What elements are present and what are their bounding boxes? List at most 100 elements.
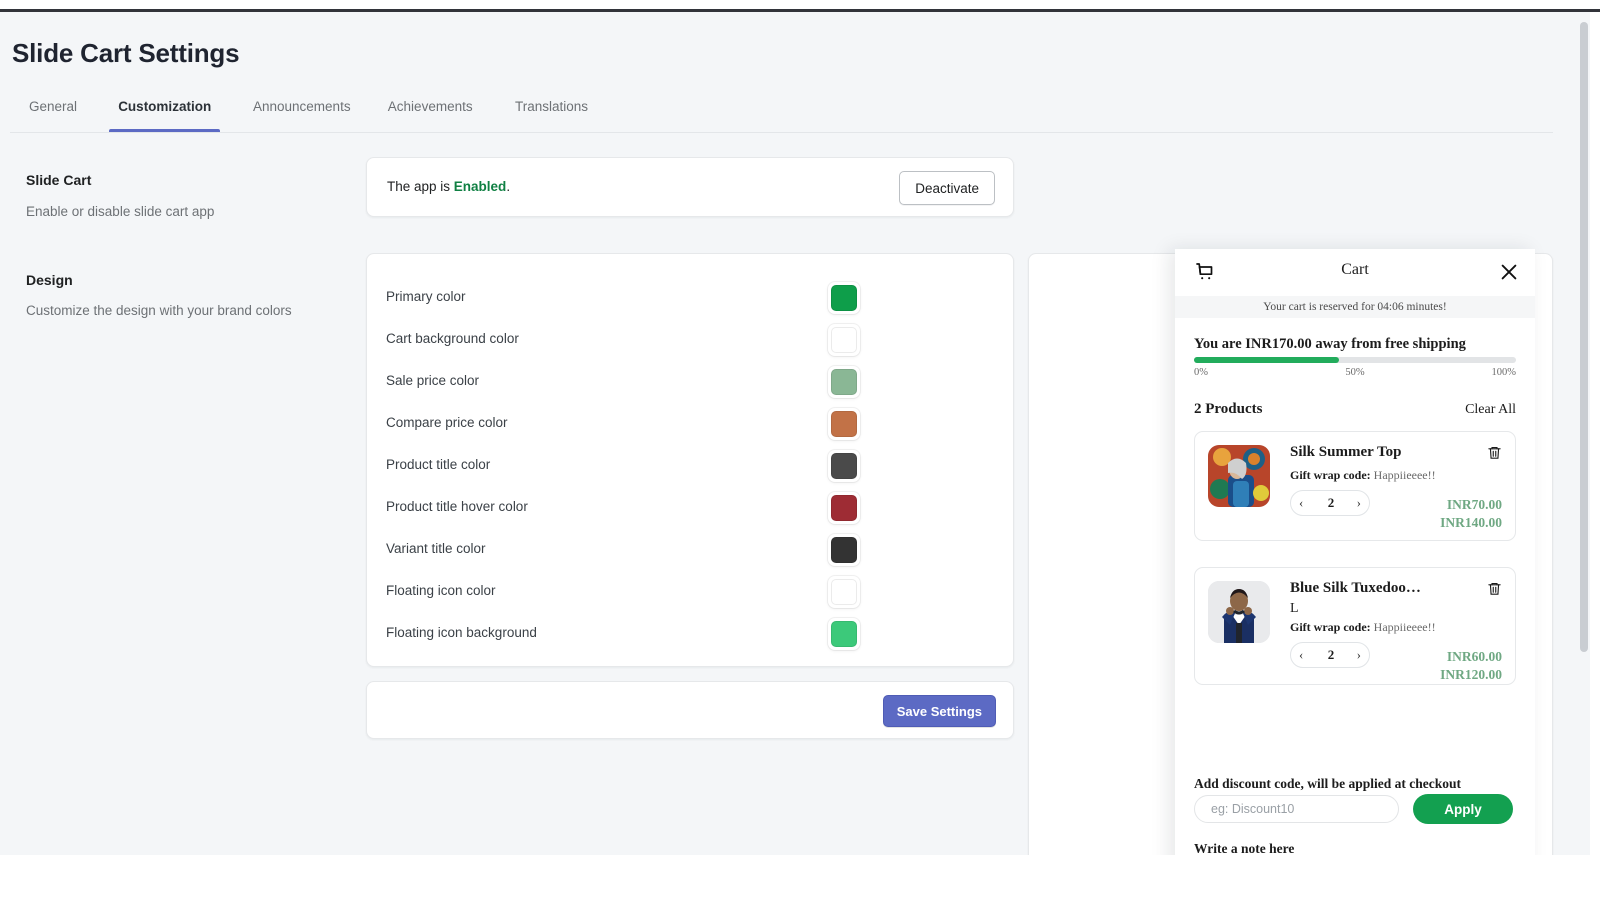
cart-title: Cart bbox=[1175, 261, 1535, 279]
page-title: Slide Cart Settings bbox=[12, 38, 239, 69]
color-swatch bbox=[831, 327, 857, 353]
close-icon[interactable] bbox=[1498, 261, 1520, 283]
cart-line-item: Silk Summer Top Gift wrap code: Happiiee… bbox=[1194, 431, 1516, 541]
discount-code-input[interactable] bbox=[1194, 795, 1399, 823]
app-status-text: The app is Enabled. bbox=[387, 179, 510, 194]
color-swatch bbox=[831, 537, 857, 563]
tick-start: 0% bbox=[1194, 367, 1208, 378]
screen: Slide Cart Settings General Customization… bbox=[0, 0, 1600, 900]
color-setting-row: Product title color bbox=[367, 445, 1015, 487]
color-setting-label: Product title color bbox=[386, 457, 490, 472]
color-swatch-button[interactable] bbox=[828, 282, 860, 314]
color-setting-row: Sale price color bbox=[367, 361, 1015, 403]
page-scrollbar-thumb[interactable] bbox=[1580, 22, 1588, 652]
section-title-design: Design bbox=[26, 272, 73, 288]
trash-icon[interactable] bbox=[1487, 444, 1502, 461]
color-swatch-button[interactable] bbox=[828, 576, 860, 608]
product-gift-wrap: Gift wrap code: Happiieeee!! bbox=[1290, 620, 1436, 635]
color-setting-label: Primary color bbox=[386, 289, 466, 304]
free-shipping-ticks: 0% 50% 100% bbox=[1194, 367, 1516, 381]
tab-bar: General Customization Announcements Achieve… bbox=[10, 91, 1555, 132]
color-swatch-button[interactable] bbox=[828, 618, 860, 650]
color-swatch-button[interactable] bbox=[828, 534, 860, 566]
gift-wrap-label: Gift wrap code: bbox=[1290, 468, 1371, 482]
tab-bar-divider bbox=[10, 132, 1553, 133]
color-swatch bbox=[831, 285, 857, 311]
app-status-card: The app is Enabled. Deactivate bbox=[366, 157, 1014, 217]
gift-wrap-label: Gift wrap code: bbox=[1290, 620, 1371, 634]
product-price-compare: INR140.00 bbox=[1440, 515, 1502, 531]
cart-line-item: Blue Silk Tuxedoo… L Gift wrap code: Hap… bbox=[1194, 567, 1516, 685]
free-shipping-progress-track bbox=[1194, 357, 1516, 363]
color-swatch-button[interactable] bbox=[828, 324, 860, 356]
cart-reservation-timer: Your cart is reserved for 04:06 minutes! bbox=[1175, 296, 1535, 318]
design-colors-card: Primary color Cart background color Sale p… bbox=[366, 253, 1014, 667]
color-swatch-button[interactable] bbox=[828, 450, 860, 482]
cart-header: Cart bbox=[1175, 249, 1535, 296]
apply-discount-button[interactable]: Apply bbox=[1413, 794, 1513, 824]
product-price-compare: INR120.00 bbox=[1440, 667, 1502, 683]
color-swatch bbox=[831, 579, 857, 605]
color-setting-label: Compare price color bbox=[386, 415, 508, 430]
color-swatch-button[interactable] bbox=[828, 492, 860, 524]
product-title[interactable]: Blue Silk Tuxedoo… bbox=[1290, 580, 1421, 597]
product-thumbnail bbox=[1208, 445, 1270, 507]
app-status-prefix: The app is bbox=[387, 179, 454, 194]
trash-icon[interactable] bbox=[1487, 580, 1502, 597]
tab-general[interactable]: General bbox=[20, 91, 86, 132]
color-setting-label: Product title hover color bbox=[386, 499, 528, 514]
note-label: Write a note here bbox=[1194, 841, 1294, 855]
chevron-right-icon[interactable]: › bbox=[1357, 647, 1361, 663]
gift-wrap-code: Happiieeee!! bbox=[1374, 620, 1436, 634]
save-settings-button[interactable]: Save Settings bbox=[883, 695, 996, 727]
color-setting-label: Floating icon background bbox=[386, 625, 537, 640]
section-title-slide-cart: Slide Cart bbox=[26, 172, 91, 188]
quantity-stepper[interactable]: ‹ 2 › bbox=[1290, 490, 1370, 516]
app-status-suffix: . bbox=[506, 179, 510, 194]
color-swatch bbox=[831, 369, 857, 395]
discount-code-label: Add discount code, will be applied at ch… bbox=[1194, 776, 1461, 792]
color-setting-row: Compare price color bbox=[367, 403, 1015, 445]
tab-customization[interactable]: Customization bbox=[109, 91, 220, 132]
color-swatch bbox=[831, 411, 857, 437]
page-scrollbar-track[interactable] bbox=[1578, 12, 1590, 855]
free-shipping-text: You are INR170.00 away from free shippin… bbox=[1194, 336, 1466, 353]
color-setting-row: Floating icon background bbox=[367, 613, 1015, 655]
products-header: 2 Products Clear All bbox=[1175, 401, 1535, 423]
slide-cart-preview: Cart Your cart is reserved for 04:06 min… bbox=[1175, 249, 1535, 855]
tick-end: 100% bbox=[1492, 367, 1517, 378]
settings-page: Slide Cart Settings General Customization… bbox=[0, 12, 1590, 855]
tick-middle: 50% bbox=[1345, 367, 1364, 378]
quantity-stepper[interactable]: ‹ 2 › bbox=[1290, 642, 1370, 668]
tab-announcements[interactable]: Announcements bbox=[244, 91, 360, 132]
section-subtitle-design: Customize the design with your brand col… bbox=[26, 303, 292, 318]
color-setting-label: Floating icon color bbox=[386, 583, 496, 598]
products-count: 2 Products bbox=[1194, 401, 1262, 418]
color-swatch-button[interactable] bbox=[828, 408, 860, 440]
color-swatch bbox=[831, 621, 857, 647]
tab-translations[interactable]: Translations bbox=[506, 91, 597, 132]
color-setting-row: Floating icon color bbox=[367, 571, 1015, 613]
color-setting-row: Variant title color bbox=[367, 529, 1015, 571]
clear-all-button[interactable]: Clear All bbox=[1465, 402, 1516, 418]
deactivate-button[interactable]: Deactivate bbox=[899, 171, 995, 205]
free-shipping-progress-fill bbox=[1194, 357, 1339, 363]
color-setting-label: Sale price color bbox=[386, 373, 479, 388]
color-swatch-button[interactable] bbox=[828, 366, 860, 398]
product-gift-wrap: Gift wrap code: Happiieeee!! bbox=[1290, 468, 1436, 483]
app-status-value: Enabled bbox=[454, 179, 507, 194]
product-price-sale: INR70.00 bbox=[1447, 497, 1502, 513]
color-setting-label: Variant title color bbox=[386, 541, 486, 556]
product-title[interactable]: Silk Summer Top bbox=[1290, 444, 1401, 461]
product-price-sale: INR60.00 bbox=[1447, 649, 1502, 665]
tab-achievements[interactable]: Achievements bbox=[379, 91, 482, 132]
section-subtitle-slide-cart: Enable or disable slide cart app bbox=[26, 204, 214, 219]
color-setting-row: Product title hover color bbox=[367, 487, 1015, 529]
product-variant: L bbox=[1290, 601, 1299, 617]
color-setting-label: Cart background color bbox=[386, 331, 519, 346]
chevron-right-icon[interactable]: › bbox=[1357, 495, 1361, 511]
save-settings-card: Save Settings bbox=[366, 681, 1014, 739]
gift-wrap-code: Happiieeee!! bbox=[1374, 468, 1436, 482]
color-swatch bbox=[831, 495, 857, 521]
product-thumbnail bbox=[1208, 581, 1270, 643]
